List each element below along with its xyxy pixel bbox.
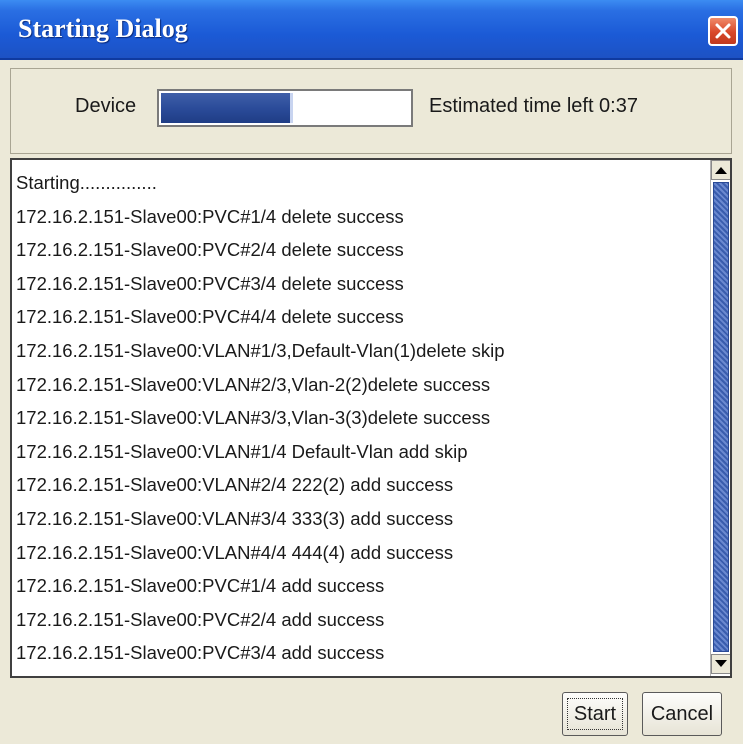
progress-bar <box>157 89 413 127</box>
starting-dialog-window: Starting Dialog Device Estimated time le… <box>0 0 743 744</box>
arrow-up-icon <box>715 167 727 174</box>
cancel-button-label: Cancel <box>650 703 714 725</box>
log-line: 172.16.2.151-Slave00:PVC#3/4 add success <box>16 642 385 664</box>
log-line: 172.16.2.151-Slave00:PVC#1/4 delete succ… <box>16 205 404 227</box>
focus-ring <box>567 698 623 730</box>
log-line: 172.16.2.151-Slave00:VLAN#2/3,Vlan-2(2)d… <box>16 373 491 395</box>
log-line: 172.16.2.151-Slave00:PVC#1/4 add success <box>16 575 385 597</box>
scroll-thumb[interactable] <box>713 182 729 652</box>
scroll-down-button[interactable] <box>711 654 730 674</box>
log-line: 172.16.2.151-Slave00:PVC#4/4 delete succ… <box>16 306 404 328</box>
log-line: 172.16.2.151-Slave00:VLAN#3/3,Vlan-3(3)d… <box>16 407 491 429</box>
estimated-time-label: Estimated time left 0:37 <box>429 95 638 117</box>
log-line: 172.16.2.151-Slave00:VLAN#2/4 222(2) add… <box>16 474 454 496</box>
close-button[interactable] <box>708 16 738 46</box>
close-icon <box>715 23 731 39</box>
log-line: 172.16.2.151-Slave00:PVC#3/4 delete succ… <box>16 272 404 294</box>
log-line: Starting............... <box>16 172 157 193</box>
button-bar: Start Cancel <box>10 680 732 736</box>
arrow-down-icon <box>715 660 727 667</box>
title-bar[interactable]: Starting Dialog <box>0 0 743 60</box>
scroll-up-button[interactable] <box>711 160 730 180</box>
cancel-button[interactable]: Cancel <box>642 692 722 736</box>
log-line: 172.16.2.151-Slave00:PVC#2/4 delete succ… <box>16 239 404 261</box>
log-line: 172.16.2.151-Slave00:PVC#4/4 add success <box>12 670 708 677</box>
window-title: Starting Dialog <box>18 14 188 43</box>
progress-panel: Device Estimated time left 0:37 <box>10 68 732 154</box>
log-line: 172.16.2.151-Slave00:VLAN#1/3,Default-Vl… <box>16 339 505 361</box>
start-button[interactable]: Start <box>562 692 628 736</box>
progress-fill <box>161 93 293 123</box>
log-line: 172.16.2.151-Slave00:VLAN#1/4 Default-Vl… <box>16 440 468 462</box>
log-output-area[interactable]: Starting............... 172.16.2.151-Slav… <box>10 158 732 678</box>
log-line: 172.16.2.151-Slave00:PVC#2/4 add success <box>16 608 385 630</box>
log-list: Starting............... 172.16.2.151-Slav… <box>12 166 708 677</box>
vertical-scrollbar[interactable] <box>710 160 730 676</box>
device-label: Device <box>75 95 137 117</box>
log-line: 172.16.2.151-Slave00:VLAN#4/4 444(4) add… <box>16 541 454 563</box>
log-line: 172.16.2.151-Slave00:VLAN#3/4 333(3) add… <box>16 507 454 529</box>
